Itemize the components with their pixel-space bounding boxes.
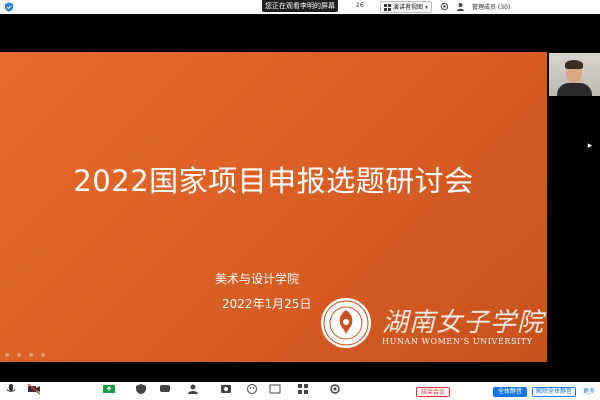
whiteboard-icon[interactable]	[268, 383, 282, 395]
university-name-en: HUNAN WOMEN’S UNIVERSITY	[382, 337, 533, 346]
shared-slide: 2022国家项目申报选题研讨会 美术与设计学院 2022年1月25日 湖南女子学…	[0, 52, 547, 362]
grid-icon	[384, 4, 391, 11]
microphone-icon[interactable]	[4, 383, 18, 395]
participants-icon[interactable]	[186, 383, 200, 395]
university-seal-icon	[321, 298, 371, 348]
end-meeting-button[interactable]: 结束会议	[416, 387, 450, 397]
more-button[interactable]: 更多	[580, 387, 598, 397]
university-name-cn: 湖南女子学院	[382, 308, 545, 338]
slide-department: 美术与设计学院	[215, 272, 300, 286]
chat-icon[interactable]	[158, 383, 172, 395]
meeting-toolbar: 结束会议 全体静音 解除全体静音 更多	[0, 382, 600, 400]
share-screen-icon[interactable]	[102, 383, 116, 395]
speaker-view-label: 演讲者视图	[393, 4, 424, 11]
slide-title: 2022国家项目申报选题研讨会	[73, 164, 474, 198]
expand-arrow-icon[interactable]: ▸	[583, 141, 597, 151]
manage-participants-label[interactable]: 管理成员 (30)	[472, 2, 510, 11]
mute-all-button[interactable]: 全体静音	[493, 387, 527, 397]
participant-video[interactable]	[549, 53, 600, 96]
user-icon[interactable]	[456, 2, 465, 11]
slide-nav-icons[interactable]	[4, 352, 64, 358]
reactions-icon[interactable]	[245, 383, 259, 395]
security-icon[interactable]	[134, 383, 148, 395]
video-camera-icon[interactable]	[27, 383, 41, 395]
slide-date: 2022年1月25日	[222, 297, 312, 311]
viewing-screen-banner[interactable]: 您正在观看李明的屏幕	[262, 0, 338, 12]
settings-icon[interactable]	[440, 2, 449, 11]
unmute-all-button[interactable]: 解除全体静音	[532, 387, 576, 397]
participant-hair	[565, 60, 583, 69]
chevron-down-icon: ▾	[424, 4, 428, 11]
participant-body	[557, 83, 592, 96]
speaker-view-dropdown[interactable]: 演讲者视图 ▾	[380, 1, 432, 13]
shield-icon[interactable]	[4, 2, 14, 12]
top-bar: 您正在观看李明的屏幕 26 演讲者视图 ▾ 管理成员 (30)	[0, 0, 600, 14]
meeting-timer: 26	[356, 2, 364, 9]
apps-icon[interactable]	[296, 383, 310, 395]
record-icon[interactable]	[219, 383, 233, 395]
gear-icon[interactable]	[328, 383, 342, 395]
